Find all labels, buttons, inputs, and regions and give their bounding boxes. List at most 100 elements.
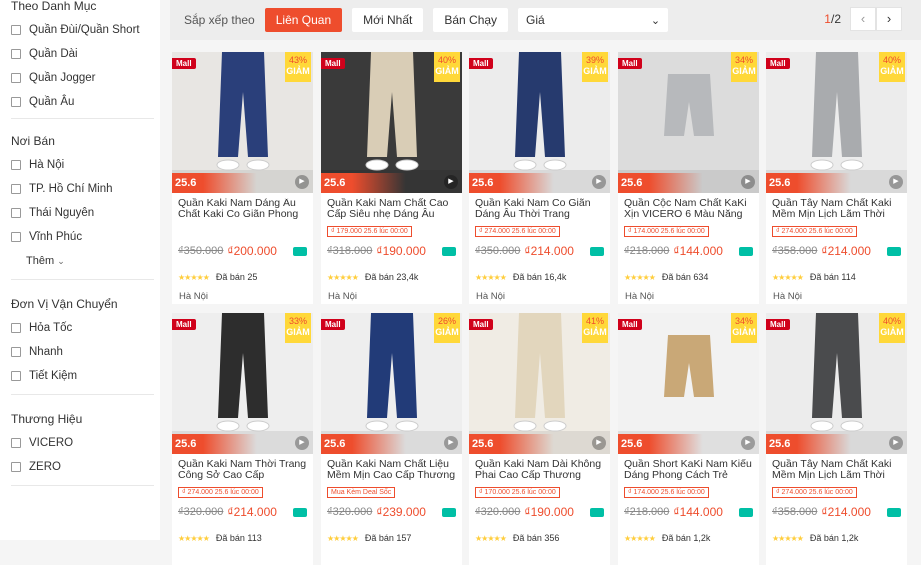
original-price: ₫320.000 xyxy=(178,506,224,518)
brand-label: VICERO xyxy=(29,437,74,449)
checkbox[interactable] xyxy=(11,49,21,59)
product-image[interactable]: Mall 26% GIẢM 25.6 ▶ xyxy=(321,313,462,454)
category-option[interactable]: Quần Đùi/Quần Short xyxy=(11,18,160,42)
category-option[interactable]: Quần Jogger xyxy=(11,66,160,90)
shipping-option[interactable]: Hỏa Tốc xyxy=(11,316,160,340)
product-image[interactable]: Mall 40% GIẢM 25.6 ▶ xyxy=(766,313,907,454)
product-card[interactable]: Mall 39% GIẢM 25.6 ▶ Quần Kaki Nam Co Gi… xyxy=(469,52,610,304)
price-sort-select[interactable]: Giá ⌄ xyxy=(518,8,669,32)
product-card[interactable]: Mall 41% GIẢM 25.6 ▶ Quần Kaki Nam Dài K… xyxy=(469,313,610,565)
original-price: ₫318.000 xyxy=(327,245,373,257)
sort-relevance-button[interactable]: Liên Quan xyxy=(264,8,343,32)
discount-percent: 40% xyxy=(437,55,456,65)
sort-newest-button[interactable]: Mới Nhất xyxy=(352,8,424,32)
product-title[interactable]: Quần Kaki Nam Co Giãn Dáng Âu Thời Trang… xyxy=(475,198,605,220)
product-title[interactable]: Quần Kaki Nam Chất Cao Cấp Siêu nhẹ Dáng… xyxy=(327,198,457,220)
product-card[interactable]: Mall 40% GIẢM 25.6 ▶ Quần Tây Nam Chất K… xyxy=(766,52,907,304)
shipping-option[interactable]: Tiết Kiệm xyxy=(11,364,160,388)
original-price: ₫218.000 xyxy=(624,245,670,257)
sold-count: Đã bán 113 xyxy=(215,533,262,543)
product-card[interactable]: Mall 34% GIẢM 25.6 ▶ Quần Cộc Nam Chất K… xyxy=(618,52,759,304)
product-card[interactable]: Mall 40% GIẢM 25.6 ▶ Quần Kaki Nam Chất … xyxy=(321,52,462,304)
category-option[interactable]: Quần Dài xyxy=(11,42,160,66)
checkbox[interactable] xyxy=(11,371,21,381)
checkbox[interactable] xyxy=(11,184,21,194)
sale-date-banner: 25.6 xyxy=(618,173,759,193)
checkbox[interactable] xyxy=(11,323,21,333)
next-page-button[interactable]: › xyxy=(876,7,902,31)
rating-stars: ★★★★★ xyxy=(772,533,804,543)
product-title[interactable]: Quần Tây Nam Chất Kaki Mềm Mịn Lịch Lãm … xyxy=(772,459,902,481)
product-card[interactable]: Mall 43% GIẢM 25.6 ▶ Quần Kaki Nam Dáng … xyxy=(172,52,313,304)
more-locations-button[interactable]: Thêm ⌄ xyxy=(11,249,160,273)
product-title[interactable]: Quần Kaki Nam Dài Không Phai Cao Cấp Thư… xyxy=(475,459,605,481)
product-image[interactable]: Mall 41% GIẢM 25.6 ▶ xyxy=(469,313,610,454)
category-option[interactable]: Quần Âu xyxy=(11,90,160,114)
product-image[interactable]: Mall 40% GIẢM 25.6 ▶ xyxy=(766,52,907,193)
shipping-filter-title: Đơn Vị Vận Chuyển xyxy=(11,297,118,311)
rating-row: ★★★★★ Đã bán 1,2k xyxy=(624,532,759,544)
location-option[interactable]: Hà Nội xyxy=(11,153,160,177)
product-image[interactable]: Mall 33% GIẢM 25.6 ▶ xyxy=(172,313,313,454)
product-image[interactable]: Mall 39% GIẢM 25.6 ▶ xyxy=(469,52,610,193)
shipping-label: Hỏa Tốc xyxy=(29,322,73,334)
product-image[interactable]: Mall 40% GIẢM 25.6 ▶ xyxy=(321,52,462,193)
checkbox[interactable] xyxy=(11,208,21,218)
location-label: Hà Nội xyxy=(29,159,65,171)
discount-label: GIẢM xyxy=(435,327,459,337)
checkbox[interactable] xyxy=(11,462,21,472)
rating-row: ★★★★★ Đã bán 114 xyxy=(772,271,907,283)
sale-price: ₫144.000 xyxy=(673,244,723,258)
product-card[interactable]: Mall 33% GIẢM 25.6 ▶ Quần Kaki Nam Thời … xyxy=(172,313,313,565)
product-title[interactable]: Quần Tây Nam Chất Kaki Mềm Mịn Lịch Lãm … xyxy=(772,198,902,220)
checkbox[interactable] xyxy=(11,232,21,242)
discount-badge: 43% GIẢM xyxy=(285,52,311,82)
product-image[interactable]: Mall 43% GIẢM 25.6 ▶ xyxy=(172,52,313,193)
sale-date-banner: 25.6 xyxy=(172,434,313,454)
checkbox[interactable] xyxy=(11,73,21,83)
product-title[interactable]: Quần Kaki Nam Dáng Âu Chất Kaki Co Giãn … xyxy=(178,198,308,220)
promo-tag: ₫ 179.000 25.6 lúc 00:00 xyxy=(327,226,412,237)
price-row: ₫358.000 ₫214.000 xyxy=(772,243,907,259)
product-image[interactable]: Mall 34% GIẢM 25.6 ▶ xyxy=(618,52,759,193)
play-icon: ▶ xyxy=(741,175,755,189)
location-option[interactable]: Thái Nguyên xyxy=(11,201,160,225)
product-title[interactable]: Quần Short KaKi Nam Kiểu Dáng Phong Cách… xyxy=(624,459,754,481)
promo-tag: Mua Kèm Deal Sốc xyxy=(327,487,396,498)
sale-price: ₫214.000 xyxy=(821,244,871,258)
play-icon: ▶ xyxy=(889,436,903,450)
brand-option[interactable]: VICERO xyxy=(11,431,160,455)
price-row: ₫320.000 ₫190.000 xyxy=(475,504,610,520)
shipping-option[interactable]: Nhanh xyxy=(11,340,160,364)
promo-tag: ₫ 174.000 25.6 lúc 00:00 xyxy=(624,226,709,237)
price-row: ₫320.000 ₫239.000 xyxy=(327,504,462,520)
product-card[interactable]: Mall 26% GIẢM 25.6 ▶ Quần Kaki Nam Chất … xyxy=(321,313,462,565)
product-card[interactable]: Mall 40% GIẢM 25.6 ▶ Quần Tây Nam Chất K… xyxy=(766,313,907,565)
play-icon: ▶ xyxy=(889,175,903,189)
checkbox[interactable] xyxy=(11,25,21,35)
mall-badge: Mall xyxy=(766,58,790,69)
price-row: ₫350.000 ₫200.000 xyxy=(178,243,313,259)
play-icon: ▶ xyxy=(444,436,458,450)
checkbox[interactable] xyxy=(11,347,21,357)
sale-date-banner: 25.6 xyxy=(469,434,610,454)
product-title[interactable]: Quần Cộc Nam Chất KaKi Xịn VICERO 6 Màu … xyxy=(624,198,754,220)
checkbox[interactable] xyxy=(11,438,21,448)
brand-option[interactable]: ZERO xyxy=(11,455,160,479)
rating-stars: ★★★★★ xyxy=(624,533,656,543)
checkbox[interactable] xyxy=(11,97,21,107)
discount-badge: 34% GIẢM xyxy=(731,313,757,343)
checkbox[interactable] xyxy=(11,160,21,170)
sold-count: Đã bán 114 xyxy=(809,272,856,282)
product-title[interactable]: Quần Kaki Nam Chất Liệu Mềm Mịn Cao Cấp … xyxy=(327,459,457,481)
prev-page-button[interactable]: ‹ xyxy=(850,7,876,31)
discount-percent: 34% xyxy=(734,55,753,65)
product-title[interactable]: Quần Kaki Nam Thời Trang Công Sở Cao Cấp… xyxy=(178,459,308,481)
mall-badge: Mall xyxy=(321,319,345,330)
discount-label: GIẢM xyxy=(880,327,904,337)
location-option[interactable]: TP. Hồ Chí Minh xyxy=(11,177,160,201)
product-card[interactable]: Mall 34% GIẢM 25.6 ▶ Quần Short KaKi Nam… xyxy=(618,313,759,565)
product-image[interactable]: Mall 34% GIẢM 25.6 ▶ xyxy=(618,313,759,454)
sort-bestseller-button[interactable]: Bán Chạy xyxy=(433,8,509,32)
location-option[interactable]: Vĩnh Phúc xyxy=(11,225,160,249)
